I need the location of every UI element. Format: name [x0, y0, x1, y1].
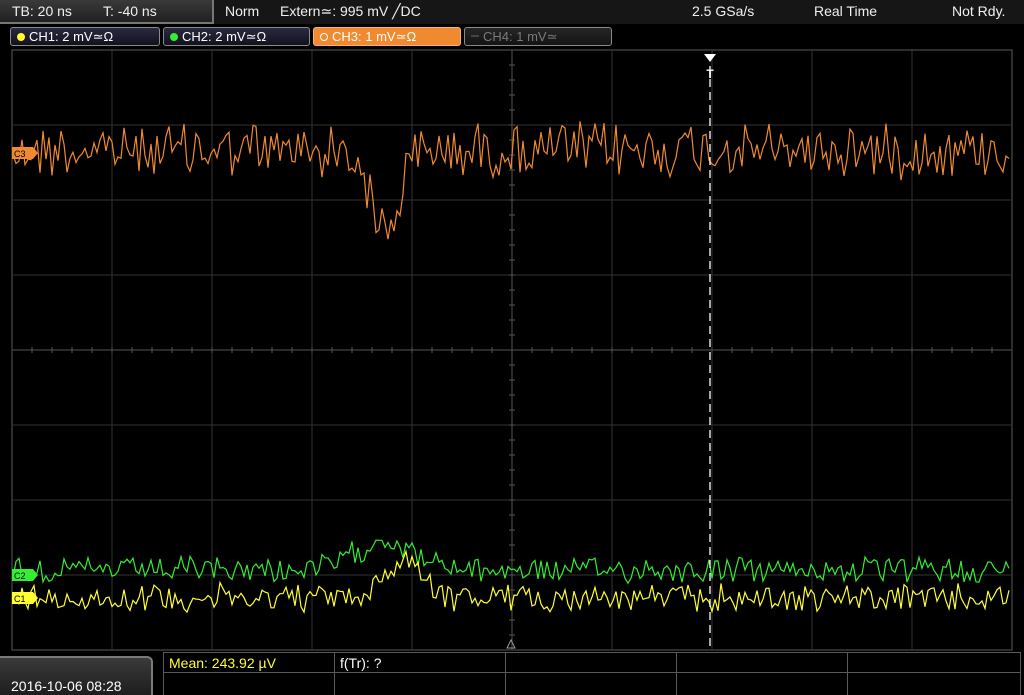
frequency-measurement[interactable]: f(Tr): ? — [340, 655, 381, 671]
ch3-waveform — [12, 121, 1010, 240]
graticule — [11, 49, 1013, 651]
ch1-marker-label: C1 — [14, 594, 26, 604]
ch2-level-marker[interactable]: C2 — [12, 569, 38, 581]
ch2-waveform — [12, 539, 1010, 585]
datetime: 2016-10-06 08:28 — [11, 678, 122, 694]
mean-measurement[interactable]: Mean: 243.92 µV — [169, 655, 276, 671]
center-marker-icon — [506, 638, 516, 649]
ch2-marker-label: C2 — [14, 571, 26, 581]
waveform-display[interactable]: T C3 C2 C1 — [0, 0, 1024, 652]
trigger-marker-icon[interactable]: T — [704, 54, 716, 81]
ch1-level-marker[interactable]: C1 — [12, 592, 38, 604]
bottom-bar: 2016-10-06 08:28 Mean: 243.92 µV f(Tr): … — [0, 652, 1024, 695]
ch3-marker-label: C3 — [14, 149, 26, 159]
ch3-level-marker[interactable]: C3 — [12, 147, 38, 159]
measurement-panel[interactable]: Mean: 243.92 µV f(Tr): ? — [163, 652, 1021, 695]
datetime-box: 2016-10-06 08:28 — [0, 656, 153, 695]
trigger-marker-label: T — [706, 67, 714, 81]
ch1-waveform — [12, 549, 1010, 614]
